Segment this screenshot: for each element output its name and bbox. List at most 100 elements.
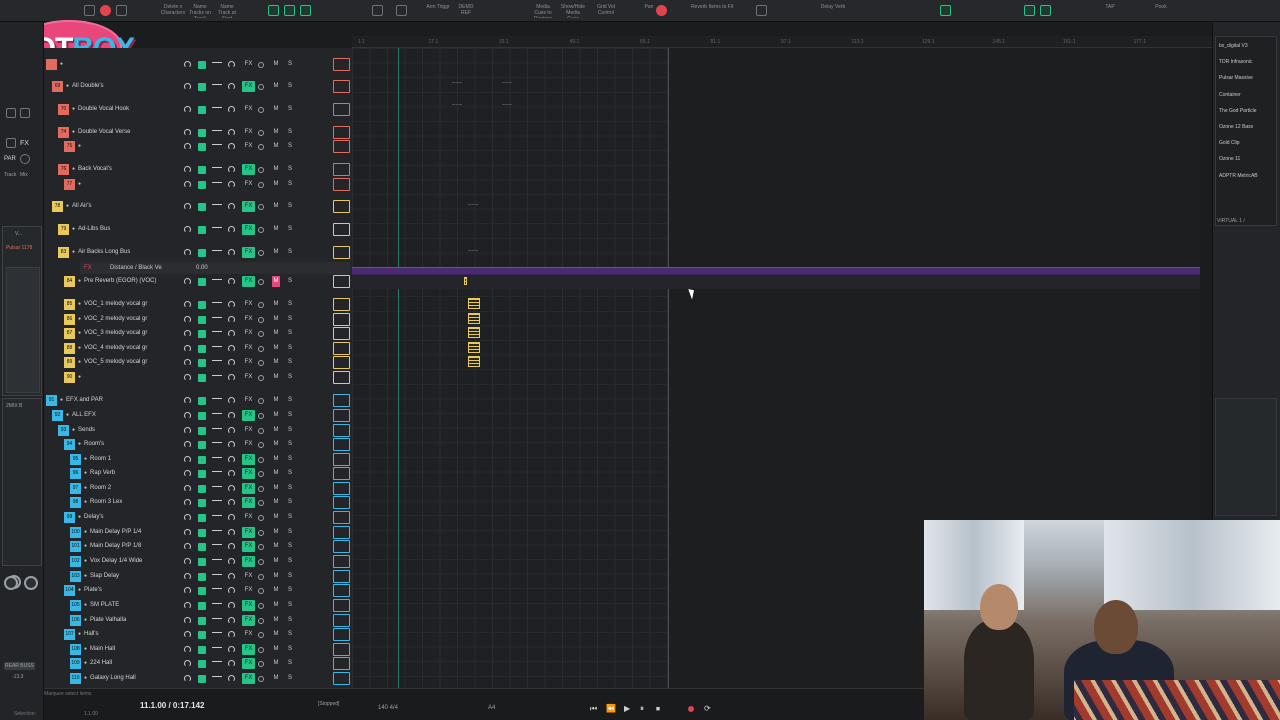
track-name[interactable]: Back Vocal's [72,164,176,175]
mute-button[interactable]: M [272,141,280,152]
envelope-icon[interactable] [228,485,235,492]
volume-icon[interactable] [212,647,222,652]
solo-button[interactable]: S [286,483,294,494]
mute-button[interactable]: M [272,127,280,138]
phase-icon[interactable] [184,83,191,90]
phase-icon[interactable] [184,412,191,419]
snap-icon[interactable] [268,5,279,16]
solo-button[interactable]: S [286,104,294,115]
fx-button[interactable]: FX [242,141,255,152]
io-icon[interactable] [198,359,206,367]
track-row[interactable]: 92ALL EFX FX MS [44,409,352,422]
phase-icon[interactable] [184,427,191,434]
solo-button[interactable]: S [286,556,294,567]
record-arm-icon[interactable] [258,317,264,323]
envelope-icon[interactable] [228,660,235,667]
io-icon[interactable] [198,675,206,683]
solo-button[interactable]: S [286,247,294,258]
volume-icon[interactable] [212,130,222,135]
phase-icon[interactable] [184,631,191,638]
track-name[interactable]: 224 Hall [84,658,176,669]
track-row[interactable]: 102Vox Delay 1/4 Wide FX MS [44,555,352,568]
track-color-box[interactable] [333,103,350,116]
track-color-box[interactable] [333,657,350,670]
fx-button[interactable]: FX [242,454,255,465]
volume-icon[interactable] [212,144,222,149]
track-name[interactable]: Ad-Libs Bus [72,224,176,235]
volume-icon[interactable] [212,360,222,365]
track-row[interactable]: 87VOC_3 melody vocal gr FX MS [44,327,352,340]
settings-icon[interactable] [84,5,95,16]
io-icon[interactable] [198,617,206,625]
record-arm-icon[interactable] [258,204,264,210]
fx-button[interactable]: FX [242,658,255,669]
fx-chain-item[interactable]: Container [1219,92,1241,98]
mute-button[interactable]: M [272,201,280,212]
mute-button[interactable]: M [272,644,280,655]
track-name[interactable]: Double Vocal Hook [72,104,176,115]
envelope-icon[interactable] [228,278,235,285]
phase-icon[interactable] [184,166,191,173]
fx-chain-item[interactable]: The God Particle [1219,108,1257,114]
volume-icon[interactable] [212,375,222,380]
tempo-display[interactable]: 140 4/4 [378,705,398,711]
envelope-icon[interactable] [228,166,235,173]
record-arm-icon[interactable] [258,603,264,609]
record-icon[interactable] [20,154,30,164]
track-name[interactable]: SM PLATE [84,600,176,611]
track-row[interactable]: 95Room 1 FX MS [44,453,352,466]
fx-chain-item[interactable]: Ozone 11 [1219,156,1240,162]
io-icon[interactable] [198,249,206,257]
io-icon[interactable] [198,558,206,566]
solo-button[interactable]: S [286,497,294,508]
mute-button[interactable]: M [272,425,280,436]
phase-icon[interactable] [184,485,191,492]
record-button-icon[interactable] [688,706,694,712]
track-color-box[interactable] [333,275,350,288]
track-name[interactable]: All Air's [66,201,176,212]
track-row[interactable]: 85VOC_1 melody vocal gr FX MS [44,298,352,311]
solo-button[interactable]: S [286,600,294,611]
fx-button[interactable]: FX [242,224,255,235]
volume-icon[interactable] [212,676,222,681]
solo-button[interactable]: S [286,527,294,538]
par-label[interactable]: PAR [4,156,16,162]
phase-icon[interactable] [184,456,191,463]
record-arm-icon[interactable] [258,375,264,381]
volume-icon[interactable] [212,544,222,549]
track-color-box[interactable] [333,313,350,326]
track-name[interactable]: Hall's [78,629,176,640]
mute-button[interactable]: M [272,164,280,175]
phase-icon[interactable] [184,397,191,404]
volume-icon[interactable] [212,107,222,112]
envelope-icon[interactable] [228,226,235,233]
track-color-box[interactable] [333,409,350,422]
mute-button[interactable]: M [272,59,280,70]
io-icon[interactable] [198,427,206,435]
phase-icon[interactable] [184,181,191,188]
track-color-box[interactable] [333,246,350,259]
io-icon[interactable] [198,631,206,639]
io-icon[interactable] [198,129,206,137]
volume-icon[interactable] [212,632,222,637]
solo-button[interactable]: S [286,343,294,354]
media-item[interactable] [468,313,480,324]
record-arm-icon[interactable] [258,647,264,653]
record-arm-icon[interactable] [258,588,264,594]
io-icon[interactable] [198,529,206,537]
solo-button[interactable]: S [286,357,294,368]
track-name[interactable]: Room 3 Lex [84,497,176,508]
solo-button[interactable]: S [286,425,294,436]
phase-icon[interactable] [184,529,191,536]
solo-button[interactable]: S [286,585,294,596]
volume-icon[interactable] [212,167,222,172]
fx-button[interactable]: FX [242,585,255,596]
record-arm-icon[interactable] [258,515,264,521]
track-row[interactable]: 83Air Backs Long Bus FX MS [44,246,352,259]
solo-button[interactable]: S [286,314,294,325]
track-color-box[interactable] [333,672,350,685]
phase-icon[interactable] [184,129,191,136]
mute-button[interactable]: M [272,629,280,640]
envelope-icon[interactable] [228,675,235,682]
track-color-box[interactable] [333,223,350,236]
